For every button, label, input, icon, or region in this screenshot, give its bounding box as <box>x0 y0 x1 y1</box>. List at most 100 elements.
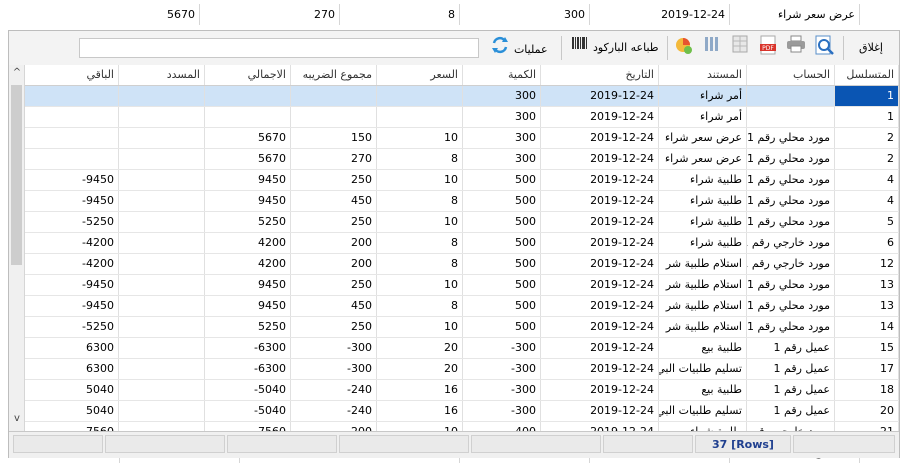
cell-doc[interactable]: استلام طلبية شر <box>659 254 747 274</box>
cell-paid[interactable] <box>119 317 205 337</box>
chart-report-button[interactable] <box>671 35 697 61</box>
cell-account[interactable]: مورد خارجي رقم 1 <box>747 233 835 253</box>
table-row[interactable]: 5040 -5040 -240 16 -300 2019-12-24 تسليم طلبيا… <box>25 401 899 422</box>
cell-seq[interactable]: 20 <box>835 401 899 421</box>
cell-seq[interactable]: 13 <box>835 296 899 316</box>
vertical-scrollbar[interactable]: ^ v <box>9 65 25 431</box>
column-header-date[interactable]: التاريخ <box>541 65 659 85</box>
cell-rest[interactable]: -9450 <box>25 275 119 295</box>
cell-account[interactable] <box>747 107 835 127</box>
cell-date[interactable]: 2019-12-24 <box>541 191 659 211</box>
cell-date[interactable]: 2019-12-24 <box>541 233 659 253</box>
cell-qty[interactable]: 300 <box>463 149 541 169</box>
close-button[interactable]: إغلاق <box>847 35 895 61</box>
cell-account[interactable]: مورد محلي رقم 1 <box>747 317 835 337</box>
table-row[interactable]: 300 2019-12-24 أمر شراء 1 <box>25 86 899 107</box>
cell-total[interactable]: 9450 <box>205 191 291 211</box>
cell-price[interactable]: 20 <box>377 359 463 379</box>
cell-price[interactable]: 10 <box>377 317 463 337</box>
cell-total[interactable] <box>205 86 291 106</box>
print-button[interactable] <box>783 35 809 61</box>
cell-paid[interactable] <box>119 212 205 232</box>
cell-qty[interactable]: 500 <box>463 317 541 337</box>
cell-paid[interactable] <box>119 170 205 190</box>
cell-total[interactable]: 5670 <box>205 149 291 169</box>
cell-paid[interactable] <box>119 380 205 400</box>
cell-account[interactable]: عميل رقم 1 <box>747 338 835 358</box>
cell-price[interactable]: 16 <box>377 401 463 421</box>
cell-account[interactable]: مورد خارجي رقم 1 <box>747 254 835 274</box>
cell-seq[interactable]: 5 <box>835 212 899 232</box>
cell-date[interactable]: 2019-12-24 <box>541 380 659 400</box>
cell-paid[interactable] <box>119 401 205 421</box>
cell-total[interactable]: -5040 <box>205 401 291 421</box>
column-header-doc[interactable]: المستند <box>659 65 747 85</box>
cell-doc[interactable]: طلبية شراء <box>659 233 747 253</box>
cell-rest[interactable] <box>25 149 119 169</box>
cell-doc[interactable]: استلام طلبية شر <box>659 275 747 295</box>
cell-seq[interactable]: 15 <box>835 338 899 358</box>
cell-date[interactable]: 2019-12-24 <box>541 338 659 358</box>
cell-qty[interactable]: -300 <box>463 380 541 400</box>
cell-qty[interactable]: 500 <box>463 191 541 211</box>
cell-paid[interactable] <box>119 254 205 274</box>
cell-tax[interactable]: 200 <box>291 233 377 253</box>
cell-seq[interactable]: 4 <box>835 191 899 211</box>
cell-account[interactable]: مورد محلي رقم 1 <box>747 191 835 211</box>
cell-tax[interactable] <box>291 86 377 106</box>
cell-seq[interactable]: 1 <box>835 86 899 106</box>
cell-date[interactable]: 2019-12-24 <box>541 86 659 106</box>
cell-total[interactable]: 5250 <box>205 212 291 232</box>
cell-tax[interactable]: 450 <box>291 296 377 316</box>
pdf-export-button[interactable]: PDF <box>755 35 781 61</box>
cell-doc[interactable]: طلبية شراء <box>659 422 747 431</box>
cell-price[interactable] <box>377 86 463 106</box>
cell-rest[interactable] <box>25 86 119 106</box>
cell-doc[interactable]: تسليم طلبيات البي <box>659 359 747 379</box>
cell-price[interactable]: 20 <box>377 338 463 358</box>
cell-rest[interactable]: -7560 <box>25 422 119 431</box>
cell-tax[interactable]: 250 <box>291 170 377 190</box>
cell-price[interactable]: 10 <box>377 128 463 148</box>
search-input[interactable] <box>79 38 479 58</box>
cell-qty[interactable]: 300 <box>463 107 541 127</box>
cell-doc[interactable]: طلبية شراء <box>659 191 747 211</box>
column-header-price[interactable]: السعر <box>377 65 463 85</box>
cell-paid[interactable] <box>119 86 205 106</box>
cell-tax[interactable]: 200 <box>291 254 377 274</box>
cell-total[interactable]: 5250 <box>205 317 291 337</box>
column-header-qty[interactable]: الكمية <box>463 65 541 85</box>
cell-qty[interactable]: 400 <box>463 422 541 431</box>
cell-paid[interactable] <box>119 296 205 316</box>
cell-seq[interactable]: 2 <box>835 128 899 148</box>
cell-paid[interactable] <box>119 422 205 431</box>
cell-rest[interactable]: -4200 <box>25 233 119 253</box>
operations-button[interactable]: عمليات <box>479 35 559 61</box>
cell-date[interactable]: 2019-12-24 <box>541 359 659 379</box>
cell-price[interactable]: 8 <box>377 254 463 274</box>
cell-price[interactable]: 10 <box>377 170 463 190</box>
cell-rest[interactable]: 6300 <box>25 359 119 379</box>
table-row[interactable]: -7560 7560200104002019-12-24طلبية شراءمور… <box>25 422 899 431</box>
cell-paid[interactable] <box>119 338 205 358</box>
cell-seq[interactable]: 21 <box>835 422 899 431</box>
cell-seq[interactable]: 13 <box>835 275 899 295</box>
table-row[interactable]: -5250 5250 250 10 500 2019-12-24 طلبية شراء مور… <box>25 212 899 233</box>
cell-doc[interactable]: طلبية شراء <box>659 212 747 232</box>
cell-tax[interactable]: 450 <box>291 191 377 211</box>
cell-account[interactable] <box>747 86 835 106</box>
excel-export-button[interactable] <box>727 35 753 61</box>
column-header-total[interactable]: الاجمالي <box>205 65 291 85</box>
cell-qty[interactable]: 300 <box>463 128 541 148</box>
table-row[interactable]: -4200 4200 200 8 500 2019-12-24 طلبية شراء مورد… <box>25 233 899 254</box>
cell-paid[interactable] <box>119 128 205 148</box>
cell-account[interactable]: مورد محلي رقم 1 <box>747 296 835 316</box>
table-row[interactable]: 5670 270 8 300 2019-12-24 عرض سعر شراء مورد مح… <box>25 149 899 170</box>
column-header-rest[interactable]: الباقي <box>25 65 119 85</box>
cell-date[interactable]: 2019-12-24 <box>541 149 659 169</box>
cell-rest[interactable]: -9450 <box>25 191 119 211</box>
table-row[interactable]: -9450 9450 250 10 500 2019-12-24 استلام طلبية … <box>25 275 899 296</box>
cell-qty[interactable]: 500 <box>463 254 541 274</box>
cell-doc[interactable]: استلام طلبية شر <box>659 317 747 337</box>
cell-paid[interactable] <box>119 233 205 253</box>
